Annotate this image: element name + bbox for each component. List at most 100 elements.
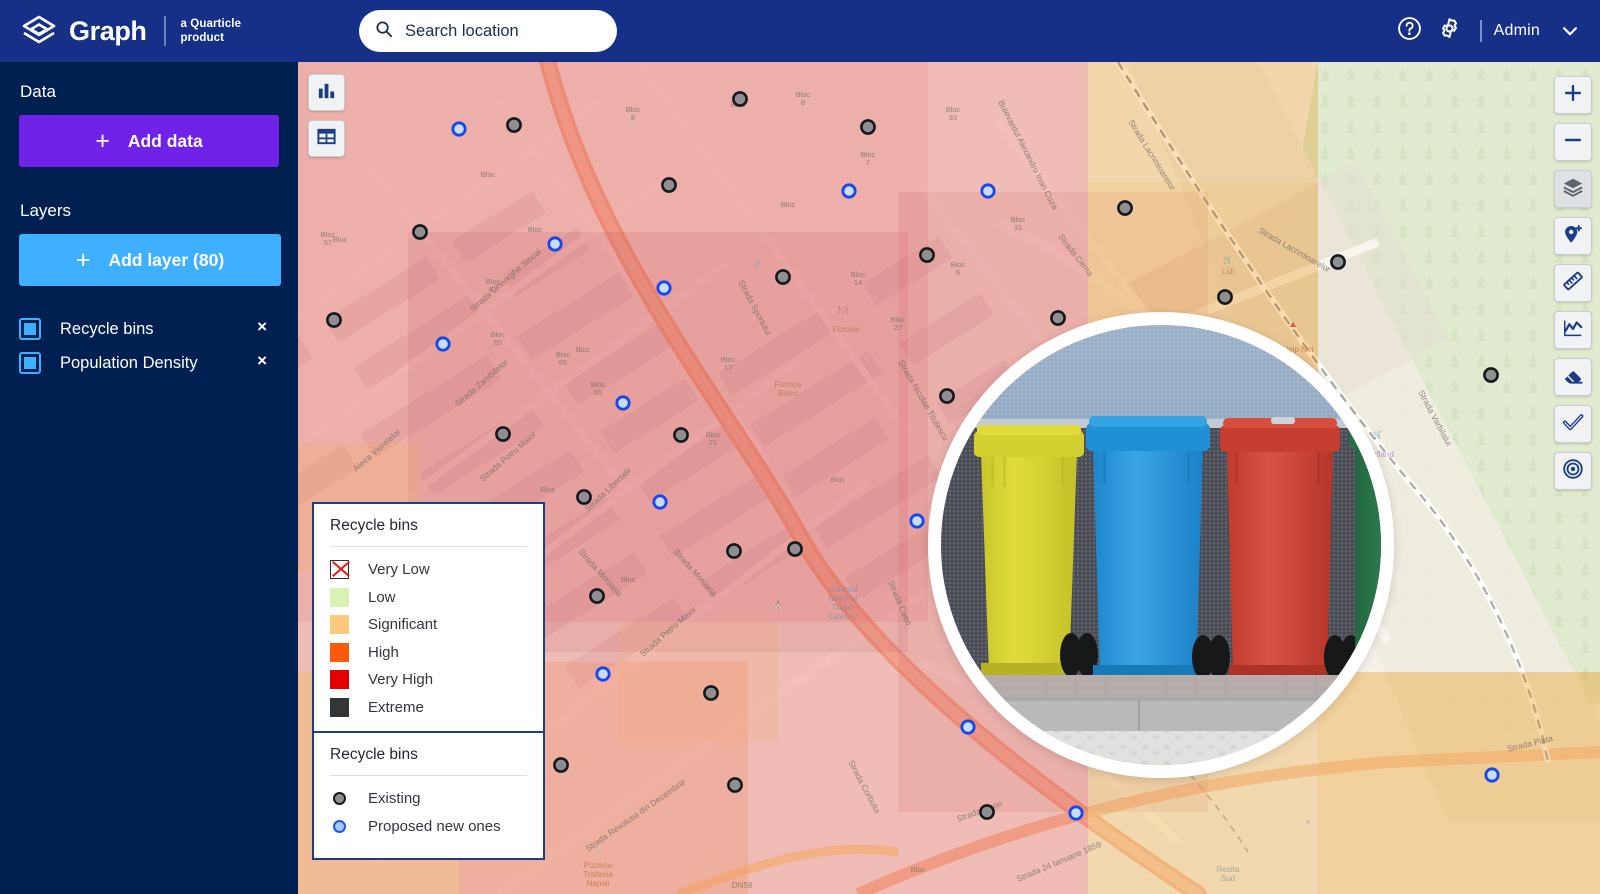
brand-divider bbox=[163, 16, 166, 46]
sidebar: Data + Add data Layers + Add layer (80) … bbox=[0, 62, 298, 894]
legend-item-label: Low bbox=[368, 588, 396, 606]
legend-swatch-low bbox=[330, 587, 349, 607]
svg-text:Florarie: Florarie bbox=[832, 325, 860, 334]
svg-text:Bistro: Bistro bbox=[778, 389, 799, 398]
svg-text:Furnica: Furnica bbox=[775, 380, 802, 389]
svg-text:National: National bbox=[828, 594, 858, 603]
select-button[interactable] bbox=[1554, 405, 1592, 443]
search-icon bbox=[375, 20, 393, 43]
svg-text:Resita: Resita bbox=[1217, 865, 1240, 874]
layer-visibility-checkbox[interactable] bbox=[19, 318, 41, 340]
plus-icon: + bbox=[75, 245, 91, 274]
add-data-button[interactable]: + Add data bbox=[19, 115, 279, 167]
map-pin-plus-icon bbox=[1562, 223, 1584, 250]
legend-item-label: Significant bbox=[368, 616, 438, 634]
brand-tagline-line2: product bbox=[180, 32, 225, 44]
search-bar[interactable] bbox=[359, 10, 617, 52]
legend-title: Recycle bins bbox=[330, 517, 418, 534]
legend-panel-choropleth: Recycle bins Very Low Low Significant Hi… bbox=[312, 502, 545, 733]
analytics-button[interactable] bbox=[1554, 311, 1592, 349]
legend-title: Recycle bins bbox=[330, 746, 418, 763]
brand-name: Graph bbox=[69, 15, 147, 46]
svg-text:Napoli: Napoli bbox=[587, 879, 610, 888]
add-marker-button[interactable] bbox=[1554, 217, 1592, 255]
map-viewport[interactable]: Strada Gheorghe Sincai Strada Petru Maio… bbox=[298, 62, 1600, 894]
layer-item-label: Population Density bbox=[60, 353, 198, 372]
legend-swatch-very-high bbox=[330, 670, 349, 690]
remove-layer-icon[interactable]: × bbox=[257, 352, 267, 369]
add-layer-button[interactable]: + Add layer (80) bbox=[19, 234, 281, 286]
legend-item-label: Very High bbox=[368, 671, 434, 689]
legend-item[interactable]: Very Low bbox=[330, 556, 527, 584]
layer-list: Recycle bins × Population Density × bbox=[19, 312, 279, 380]
layer-visibility-checkbox[interactable] bbox=[19, 352, 41, 374]
header-divider bbox=[1479, 20, 1482, 42]
red-bin bbox=[1220, 417, 1340, 677]
legend-item[interactable]: Significant bbox=[330, 611, 527, 639]
svg-text:Bloc: Bloc bbox=[621, 575, 636, 584]
legend-divider bbox=[330, 775, 527, 776]
search-input[interactable] bbox=[405, 21, 595, 41]
svg-text:Bloc: Bloc bbox=[911, 865, 926, 874]
chart-view-button[interactable] bbox=[308, 74, 345, 111]
legend-item-label: Existing bbox=[368, 790, 421, 808]
legend-divider bbox=[330, 546, 527, 547]
minus-icon bbox=[1562, 129, 1584, 156]
legend-swatch-extreme bbox=[330, 697, 349, 717]
svg-text:Traian: Traian bbox=[832, 603, 854, 612]
user-menu-label[interactable]: Admin bbox=[1494, 22, 1540, 40]
svg-text:Colegiul: Colegiul bbox=[829, 585, 858, 594]
app-header: Graph a Quarticle product Search locatio… bbox=[0, 0, 1600, 62]
help-button[interactable] bbox=[1390, 11, 1430, 51]
legend-item-label: High bbox=[368, 643, 399, 661]
eraser-icon bbox=[1562, 364, 1584, 391]
settings-button[interactable] bbox=[1430, 11, 1470, 51]
legend-item[interactable]: High bbox=[330, 639, 527, 667]
header-actions: Admin bbox=[1390, 0, 1580, 62]
legend-dot-proposed bbox=[333, 819, 346, 833]
legend-item[interactable]: Low bbox=[330, 584, 527, 612]
plus-icon bbox=[1562, 82, 1584, 109]
erase-button[interactable] bbox=[1554, 358, 1592, 396]
layer-item-recycle-bins[interactable]: Recycle bins × bbox=[19, 312, 279, 346]
svg-text:Bloc: Bloc bbox=[481, 170, 496, 179]
legend-panel-points: Recycle bins Existing Proposed new ones bbox=[312, 733, 545, 860]
svg-text:Bloc: Bloc bbox=[831, 475, 846, 484]
svg-text:Bloc: Bloc bbox=[781, 200, 796, 209]
data-section-label: Data bbox=[20, 82, 56, 101]
brand-tagline-line1: a Quarticle bbox=[180, 18, 242, 30]
brand-logo[interactable]: Graph a Quarticle product bbox=[20, 12, 241, 50]
layers-stack-icon bbox=[1562, 176, 1584, 203]
ruler-icon bbox=[1562, 270, 1584, 297]
chevron-down-icon[interactable] bbox=[1560, 21, 1580, 41]
layers-button[interactable] bbox=[1554, 170, 1592, 208]
table-icon bbox=[316, 126, 337, 152]
svg-text:DN58: DN58 bbox=[732, 881, 753, 890]
svg-text:Bloc: Bloc bbox=[576, 345, 591, 354]
svg-text:Lidl: Lidl bbox=[1222, 267, 1235, 276]
svg-text:Bloc: Bloc bbox=[528, 225, 543, 234]
layer-item-population-density[interactable]: Population Density × bbox=[19, 346, 279, 380]
locate-button[interactable] bbox=[1554, 452, 1592, 490]
svg-text:⛪: ⛪ bbox=[773, 599, 783, 609]
svg-text:🛒: 🛒 bbox=[1373, 429, 1383, 439]
legend-item[interactable]: Very High bbox=[330, 666, 527, 694]
blue-bin bbox=[1086, 416, 1210, 677]
svg-text:⛰: ⛰ bbox=[1290, 320, 1297, 329]
svg-text:🛒: 🛒 bbox=[1223, 254, 1233, 264]
legend-item[interactable]: Proposed new ones bbox=[330, 813, 527, 841]
measure-button[interactable] bbox=[1554, 264, 1592, 302]
remove-layer-icon[interactable]: × bbox=[257, 318, 267, 335]
legend-item[interactable]: Extreme bbox=[330, 694, 527, 722]
zoom-in-button[interactable] bbox=[1554, 76, 1592, 114]
legend-item[interactable]: Existing bbox=[330, 785, 527, 813]
table-view-button[interactable] bbox=[308, 120, 345, 157]
add-data-label: Add data bbox=[127, 130, 203, 151]
svg-text:Sud: Sud bbox=[1221, 874, 1235, 883]
svg-text:Trattoria: Trattoria bbox=[583, 870, 613, 879]
gear-icon bbox=[1437, 16, 1462, 46]
legend-swatch-significant bbox=[330, 615, 349, 635]
svg-text:🍴: 🍴 bbox=[593, 844, 603, 854]
layers-diamond-logo-icon bbox=[20, 12, 58, 50]
zoom-out-button[interactable] bbox=[1554, 123, 1592, 161]
